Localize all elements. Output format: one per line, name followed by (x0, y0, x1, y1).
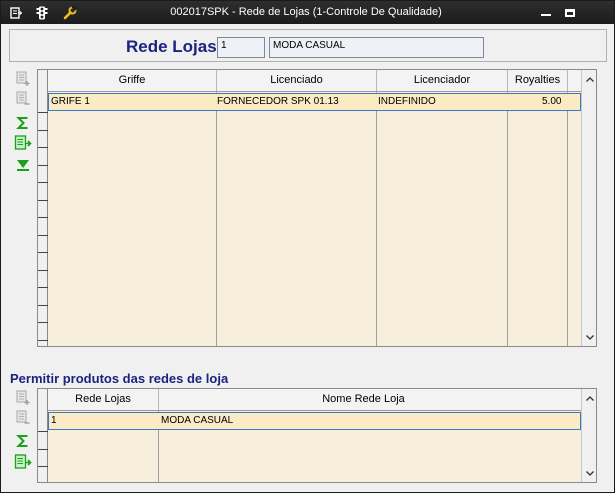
sum-button[interactable] (12, 113, 34, 133)
go-last-icon (17, 160, 29, 171)
cell-rede-lojas[interactable]: 1 (51, 415, 57, 426)
column-header-nome-rede-loja[interactable]: Nome Rede Loja (159, 389, 568, 410)
cell-royalties[interactable]: 5.00 (542, 96, 561, 107)
scroll-down-arrow-icon[interactable] (582, 330, 596, 344)
close-button[interactable] (587, 5, 607, 20)
cell-nome-rede-loja[interactable]: MODA CASUAL (161, 415, 233, 426)
sigma-icon (16, 435, 28, 447)
remove-record-icon (16, 410, 30, 424)
row-separator (38, 269, 48, 271)
column-header-griffe[interactable]: Griffe (48, 70, 217, 91)
menu-icon[interactable] (7, 4, 25, 21)
minimize-button[interactable] (536, 5, 556, 20)
row-separator (38, 466, 48, 467)
main-window: 002017SPK - Rede de Lojas (1-Controle De… (0, 0, 615, 493)
export-button[interactable] (12, 133, 34, 153)
permit-toolbar (12, 388, 34, 478)
griffes-grid: Griffe Licenciado Licenciador Royalties … (37, 69, 597, 347)
permit-section-title: Permitir produtos das redes de loja (10, 371, 229, 386)
row-separator (38, 164, 48, 166)
sigma-icon (16, 117, 28, 129)
row-separator (38, 287, 48, 288)
griffes-vertical-scrollbar[interactable] (581, 70, 596, 346)
row-separator (38, 252, 48, 253)
column-header-rede-lojas[interactable]: Rede Lojas (48, 389, 159, 410)
column-header-licenciado[interactable]: Licenciado (217, 70, 377, 91)
add-record-button[interactable] (12, 388, 34, 408)
table-row[interactable]: 1 MODA CASUAL (48, 412, 581, 430)
window-title: 002017SPK - Rede de Lojas (1-Controle De… (170, 6, 442, 18)
add-record-icon (16, 390, 30, 405)
close-icon (591, 7, 603, 19)
column-header-royalties[interactable]: Royalties (508, 70, 568, 91)
permit-vertical-scrollbar[interactable] (581, 389, 596, 482)
rede-lojas-code-field[interactable]: 1 (217, 37, 265, 58)
export-button[interactable] (12, 452, 34, 472)
export-icon (14, 454, 32, 469)
row-separator (38, 129, 48, 131)
row-separator (38, 339, 48, 341)
cell-licenciado[interactable]: FORNECEDOR SPK 01.13 (217, 96, 339, 107)
row-separator (38, 217, 48, 218)
rede-lojas-label: Rede Lojas (126, 37, 217, 56)
griffes-grid-header: Griffe Licenciado Licenciador Royalties (38, 70, 581, 92)
traffic-light-icon[interactable] (33, 4, 51, 21)
column-divider (567, 92, 568, 346)
rede-lojas-name-field[interactable]: MODA CASUAL (269, 37, 484, 58)
remove-record-button[interactable] (12, 89, 34, 109)
cell-griffe[interactable]: GRIFE 1 (51, 96, 90, 107)
form-body: Rede Lojas 1 MODA CASUAL Griffe Licencia… (1, 24, 614, 492)
row-separator (38, 182, 48, 183)
header-panel: Rede Lojas 1 MODA CASUAL (9, 29, 607, 62)
table-row[interactable]: GRIFE 1 FORNECEDOR SPK 01.13 INDEFINIDO … (48, 93, 581, 111)
row-separator (38, 448, 48, 450)
go-last-button[interactable] (12, 155, 34, 175)
row-separator (38, 304, 48, 306)
minimize-icon (541, 14, 551, 16)
permit-grid-header: Rede Lojas Nome Rede Loja (38, 389, 581, 411)
scroll-up-arrow-icon[interactable] (582, 72, 596, 86)
row-separator (38, 199, 48, 201)
export-icon (14, 135, 32, 150)
row-separator (38, 322, 48, 323)
column-header-licenciador[interactable]: Licenciador (377, 70, 508, 91)
sum-button[interactable] (12, 431, 34, 451)
row-separator (38, 147, 48, 148)
maximize-button[interactable] (560, 5, 580, 20)
scroll-down-arrow-icon[interactable] (582, 466, 596, 480)
row-separator (38, 431, 48, 432)
add-record-icon (16, 71, 30, 86)
wrench-icon[interactable] (61, 4, 79, 21)
title-bar: 002017SPK - Rede de Lojas (1-Controle De… (1, 1, 614, 24)
row-separator (38, 112, 48, 113)
column-divider (507, 92, 508, 346)
row-indicator-column (38, 389, 48, 482)
remove-record-button[interactable] (12, 408, 34, 428)
column-divider (216, 92, 217, 346)
scroll-up-arrow-icon[interactable] (582, 391, 596, 405)
cell-licenciador[interactable]: INDEFINIDO (378, 96, 436, 107)
maximize-icon (565, 8, 575, 17)
column-divider (376, 92, 377, 346)
row-separator (38, 234, 48, 236)
add-record-button[interactable] (12, 69, 34, 89)
permit-grid: Rede Lojas Nome Rede Loja 1 MODA CASUAL (37, 388, 597, 483)
griffes-toolbar (12, 69, 34, 179)
remove-record-icon (16, 91, 30, 105)
